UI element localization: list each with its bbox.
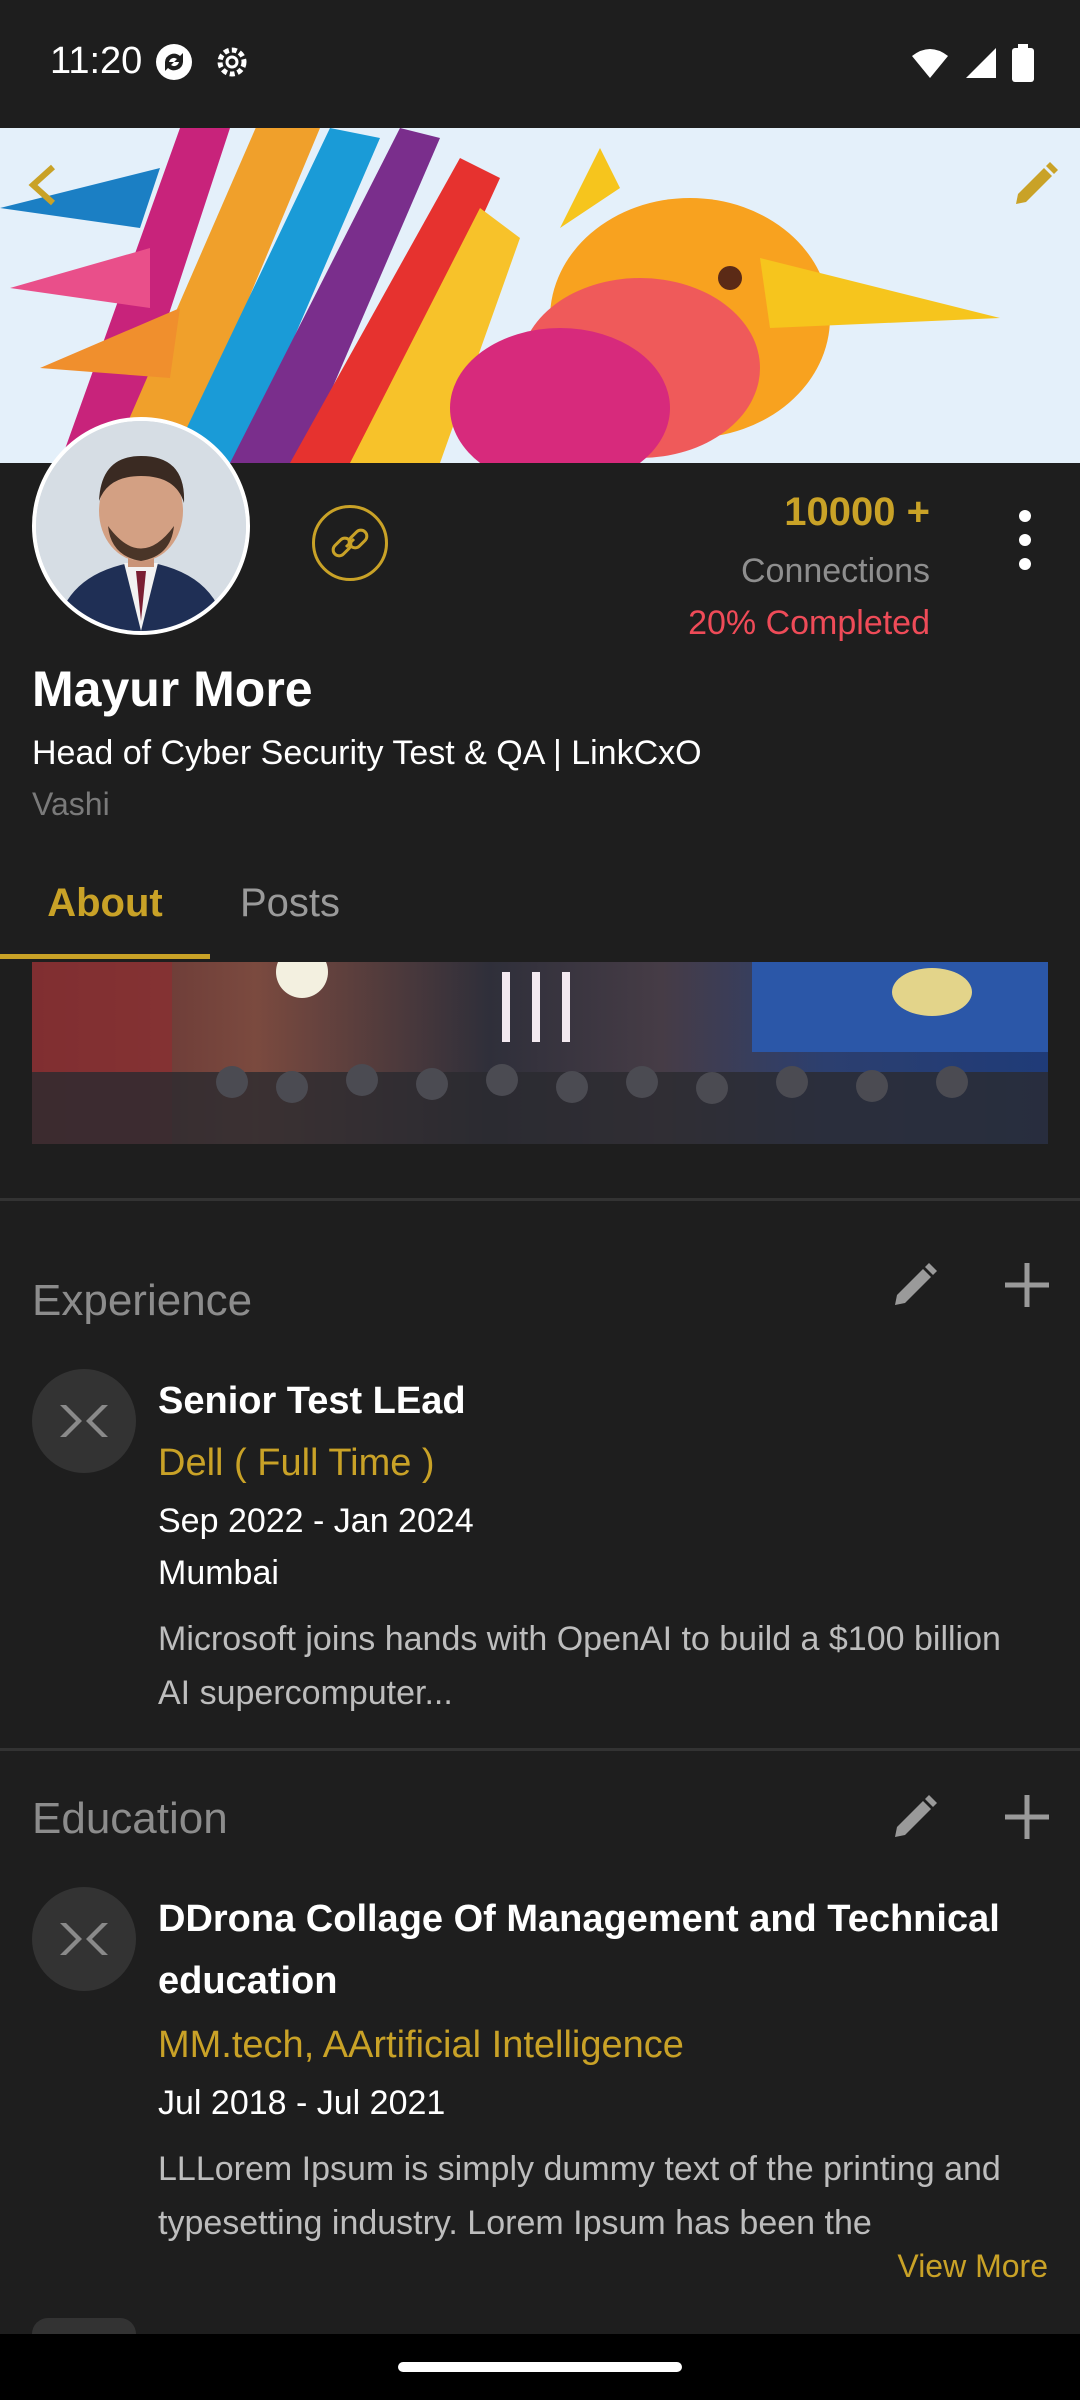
battery-icon xyxy=(1012,44,1034,82)
company-logo xyxy=(32,1369,136,1473)
edit-experience-button[interactable] xyxy=(880,1250,950,1320)
education-dates: Jul 2018 - Jul 2021 xyxy=(158,2084,446,2122)
experience-dates: Sep 2022 - Jan 2024 xyxy=(158,1502,474,1540)
more-options-button[interactable] xyxy=(1010,510,1040,570)
connections-label[interactable]: Connections xyxy=(741,552,930,591)
pencil-icon xyxy=(1016,162,1058,204)
chevron-left-icon xyxy=(28,164,56,206)
company-logo-icon xyxy=(60,1405,108,1437)
education-institution: DDrona Collage Of Management and Technic… xyxy=(158,1898,1000,2002)
signal-icon xyxy=(966,48,996,78)
profile-location: Vashi xyxy=(32,786,110,822)
cover-banner xyxy=(0,128,1080,463)
section-divider xyxy=(0,1748,1080,1751)
settings-icon xyxy=(217,47,247,77)
profile-photo xyxy=(36,421,246,631)
hummingbird-artwork xyxy=(0,128,1080,463)
institution-logo xyxy=(32,1887,136,1991)
media-image[interactable] xyxy=(32,962,1048,1144)
add-education-button[interactable] xyxy=(992,1782,1062,1852)
tab-posts[interactable]: Posts xyxy=(210,850,370,956)
sync-icon xyxy=(156,44,192,80)
avatar[interactable] xyxy=(32,417,250,635)
copy-link-button[interactable] xyxy=(312,505,388,581)
add-experience-button[interactable] xyxy=(992,1250,1062,1320)
experience-company: Dell ( Full Time ) xyxy=(158,1442,435,1484)
profile-completion: 20% Completed xyxy=(688,604,930,642)
view-more-link[interactable]: View More xyxy=(897,2248,1048,2285)
plus-icon xyxy=(1005,1263,1049,1307)
next-item-logo xyxy=(32,2318,136,2334)
event-photo xyxy=(32,962,1048,1144)
link-icon xyxy=(331,528,369,558)
education-degree: MM.tech, AArtificial Intelligence xyxy=(158,2024,684,2066)
profile-name: Mayur More xyxy=(32,661,313,717)
wifi-icon xyxy=(912,49,948,78)
status-icons-left xyxy=(154,42,252,82)
connections-count[interactable]: 10000 + xyxy=(784,490,930,535)
experience-title: Experience xyxy=(32,1276,253,1325)
profile-headline: Head of Cyber Security Test & QA | LinkC… xyxy=(32,734,702,772)
experience-role: Senior Test LEad xyxy=(158,1380,466,1422)
tab-indicator xyxy=(0,954,210,959)
edit-education-button[interactable] xyxy=(880,1782,950,1852)
pencil-icon xyxy=(895,1795,937,1837)
institution-logo-icon xyxy=(60,1923,108,1955)
education-description: LLLorem Ipsum is simply dummy text of th… xyxy=(158,2150,1001,2242)
more-vert-icon xyxy=(1019,510,1031,522)
pencil-icon xyxy=(895,1263,937,1305)
status-bar: 11:20 xyxy=(0,0,1080,128)
status-time: 11:20 xyxy=(50,40,143,82)
plus-icon xyxy=(1005,1795,1049,1839)
edit-cover-button[interactable] xyxy=(1000,150,1070,220)
experience-location: Mumbai xyxy=(158,1554,279,1592)
experience-description: Microsoft joins hands with OpenAI to bui… xyxy=(158,1620,1001,1712)
section-divider xyxy=(0,1198,1080,1201)
back-button[interactable] xyxy=(10,150,80,220)
status-icons-right xyxy=(910,44,1034,82)
education-title: Education xyxy=(32,1794,228,1843)
tab-about[interactable]: About xyxy=(0,850,210,956)
profile-tabs: About Posts xyxy=(0,850,1080,960)
home-gesture-handle[interactable] xyxy=(398,2362,682,2372)
